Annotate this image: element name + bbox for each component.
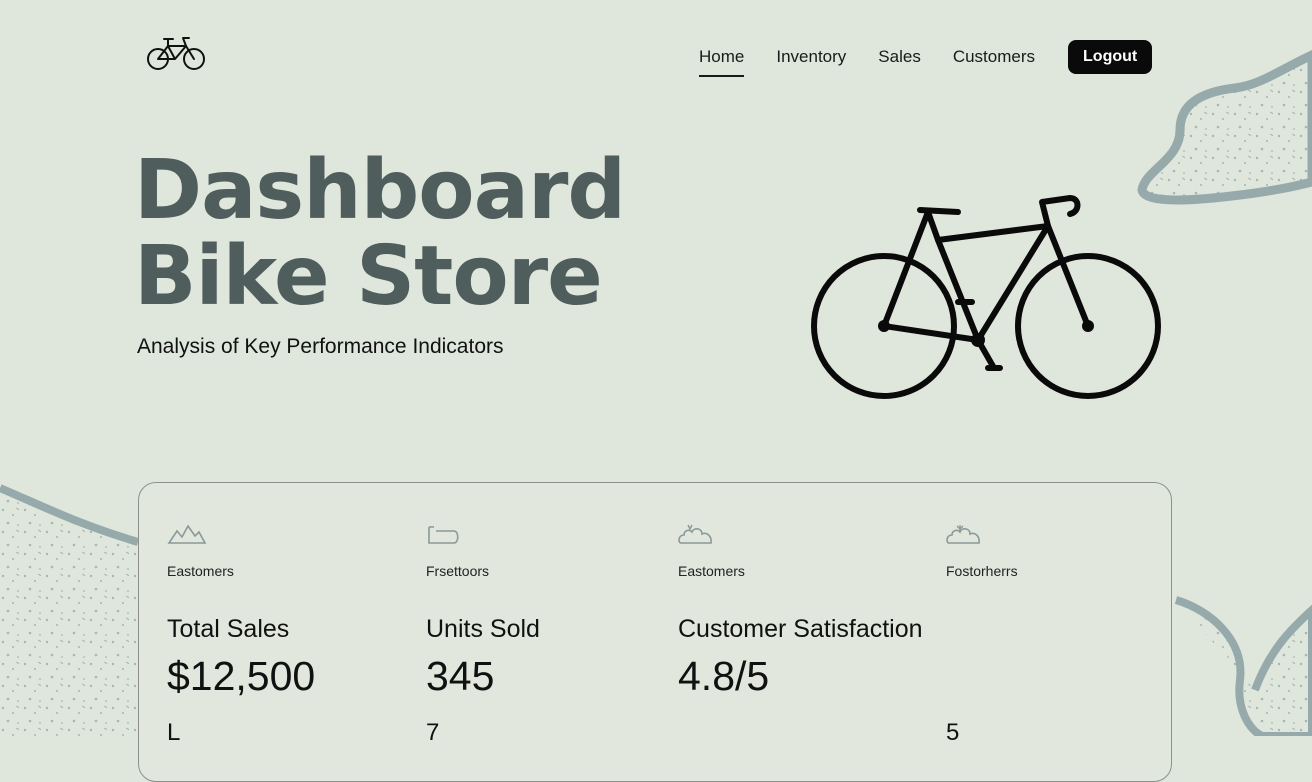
page-subtitle: Analysis of Key Performance Indicators — [137, 335, 504, 358]
cloud-icon — [678, 524, 712, 544]
mountain-icon — [167, 524, 207, 544]
top-nav: Home Inventory Sales Customers Logout — [699, 40, 1153, 77]
box-icon — [428, 526, 459, 544]
nav-home[interactable]: Home — [699, 47, 745, 77]
kpi-caption: Eastomers — [167, 563, 234, 579]
page-title-line1: Dashboard — [134, 143, 626, 238]
kpi-value: 4.8/5 — [678, 653, 770, 699]
kpi-panel: Eastomers Total Sales $12,500 L Frsettoo… — [138, 482, 1172, 782]
kpi-caption: Eastomers — [678, 563, 745, 579]
nav-customers[interactable]: Customers — [953, 47, 1035, 67]
kpi-caption: Fostorherrs — [946, 563, 1018, 579]
road-bike-icon — [811, 195, 1161, 399]
logout-button[interactable]: Logout — [1068, 40, 1153, 74]
kpi-value: 345 — [426, 653, 495, 699]
kpi-extra: 7 — [426, 719, 440, 746]
page-title: Dashboard Bike Store — [134, 143, 626, 324]
kpi-extra: L — [167, 719, 181, 746]
nav-inventory[interactable]: Inventory — [776, 47, 846, 67]
kpi-label: Total Sales — [167, 615, 290, 643]
kpi-label: Units Sold — [426, 615, 540, 643]
cloud-sprout-icon — [946, 525, 980, 544]
kpi-caption: Frsettoors — [426, 563, 490, 579]
kpi-label: Customer Satisfaction — [678, 615, 923, 643]
kpi-value: $12,500 — [167, 653, 316, 699]
kpi-extra: 5 — [946, 719, 960, 746]
bicycle-icon[interactable] — [146, 36, 206, 72]
page-title-line2: Bike Store — [134, 229, 603, 324]
nav-sales[interactable]: Sales — [878, 47, 921, 67]
